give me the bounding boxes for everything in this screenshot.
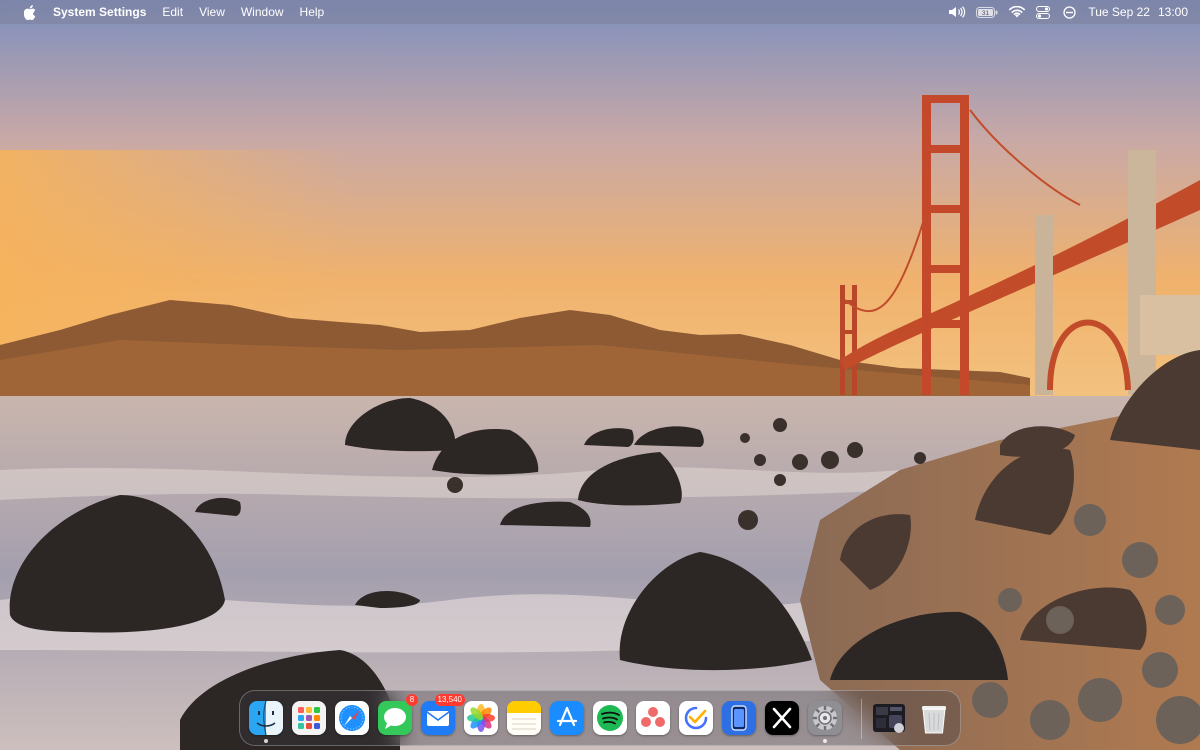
dock: 8 13,540	[239, 690, 961, 746]
mail-badge: 13,540	[434, 694, 465, 706]
dock-downloads-stack[interactable]	[872, 701, 906, 735]
dock-system-settings[interactable]	[808, 701, 842, 735]
dock-messages[interactable]: 8	[378, 694, 418, 735]
finder-icon	[249, 701, 283, 735]
downloads-stack-icon	[873, 704, 905, 733]
menu-help[interactable]: Help	[292, 0, 333, 24]
dock-spotify[interactable]	[593, 701, 627, 735]
active-app-name[interactable]: System Settings	[45, 0, 154, 24]
focus-icon[interactable]	[1056, 0, 1082, 24]
messages-icon	[378, 701, 412, 735]
dock-simulator[interactable]	[722, 701, 756, 735]
messages-badge: 8	[406, 694, 418, 706]
apple-menu-icon[interactable]	[16, 0, 45, 24]
asana-icon	[636, 701, 670, 735]
desktop-wallpaper	[0, 0, 1200, 750]
clock-time: 13:00	[1157, 5, 1188, 19]
finder-running-indicator	[264, 739, 268, 743]
menu-edit[interactable]: Edit	[154, 0, 191, 24]
menu-bar-clock[interactable]: Tue Sep 22 13:00	[1082, 5, 1188, 19]
simulator-icon	[722, 701, 756, 735]
safari-icon	[335, 701, 369, 735]
menu-window[interactable]: Window	[233, 0, 292, 24]
system-settings-running-indicator	[823, 739, 827, 743]
dock-ticktick[interactable]	[679, 701, 713, 735]
x-icon	[765, 701, 799, 735]
gear-icon	[808, 701, 842, 735]
menu-bar: System Settings Edit View Window Help 31	[0, 0, 1200, 24]
dock-mail[interactable]: 13,540	[421, 694, 465, 735]
ticktick-icon	[679, 701, 713, 735]
notes-icon	[507, 701, 541, 735]
spotify-icon	[593, 701, 627, 735]
battery-icon[interactable]: 31	[970, 0, 1004, 24]
dock-divider	[861, 699, 862, 739]
dock-photos[interactable]	[464, 701, 498, 735]
dock-trash[interactable]	[917, 701, 951, 735]
volume-icon[interactable]	[944, 0, 970, 24]
dock-asana[interactable]	[636, 701, 670, 735]
dock-safari[interactable]	[335, 701, 369, 735]
clock-date: Tue Sep 22	[1088, 5, 1150, 19]
wifi-icon[interactable]	[1004, 0, 1030, 24]
trash-icon	[922, 706, 946, 734]
photos-icon	[464, 701, 498, 735]
mail-icon	[421, 701, 455, 735]
dock-finder[interactable]	[249, 701, 283, 735]
launchpad-icon	[292, 701, 326, 735]
dock-x[interactable]	[765, 701, 799, 735]
menu-view[interactable]: View	[191, 0, 233, 24]
dock-notes[interactable]	[507, 701, 541, 735]
control-center-icon[interactable]	[1030, 0, 1056, 24]
dock-app-store[interactable]	[550, 701, 584, 735]
app-store-icon	[550, 701, 584, 735]
battery-level: 31	[982, 10, 990, 17]
dock-launchpad[interactable]	[292, 701, 326, 735]
